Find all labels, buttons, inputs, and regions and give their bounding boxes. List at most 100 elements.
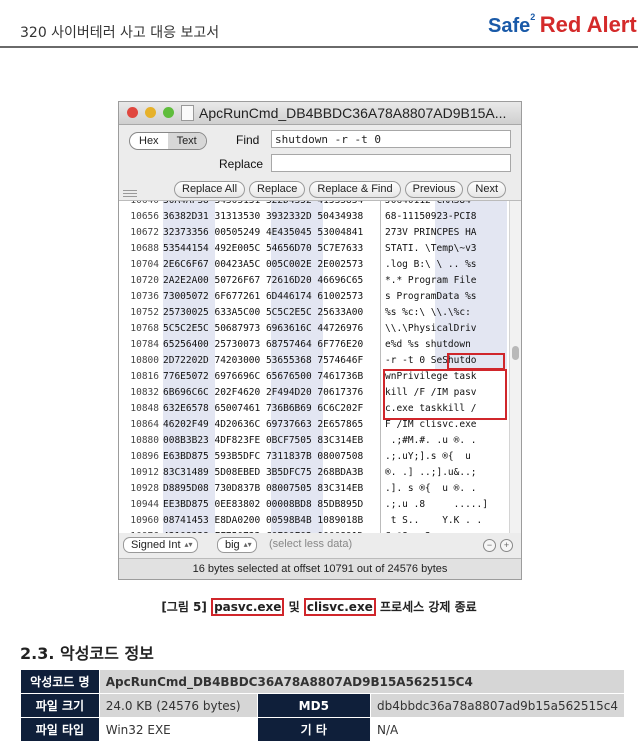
hex-bytes: 2E6C6F67 00423A5C 005C002E 2E002573: [163, 259, 364, 270]
report-title: 320 사이버테러 사고 대응 보고서: [20, 25, 220, 41]
scrollbar-thumb[interactable]: [512, 346, 519, 360]
select-hint: (select less data): [269, 538, 353, 550]
select-arrow-icon: ▴▾: [184, 540, 193, 549]
hex-offset: 10944: [130, 499, 159, 510]
previous-button[interactable]: Previous: [404, 181, 464, 198]
caption-and: 및: [284, 600, 304, 614]
figure-caption: [그림 5] pasvc.exe 및 clisvc.exe 프로세스 강제 종료: [0, 598, 638, 616]
hex-view[interactable]: 10640 30A4AF38 34303131 322D4352 41533834…: [119, 200, 521, 533]
resize-grip-icon[interactable]: [123, 190, 137, 198]
hex-row[interactable]: 10960 08741453 E8DA0200 00598B4B 1089018B…: [119, 513, 521, 529]
hex-bytes: 6B696C6C 202F4620 2F494D20 70617376: [163, 387, 364, 398]
find-input[interactable]: shutdown -r -t 0: [271, 130, 511, 148]
int-type-select[interactable]: Signed Int ▴▾: [123, 537, 198, 553]
hex-ascii: 68-11150923-PCI8: [385, 211, 477, 222]
logo-red-text: Red Alert: [539, 12, 637, 37]
replace-button[interactable]: Replace: [249, 181, 306, 198]
hex-row[interactable]: 10944 EE3BD875 0EE83802 00008BD8 85DB895D…: [119, 497, 521, 513]
etc-value: N/A: [370, 717, 625, 742]
hex-row[interactable]: 10976 43108338 FF750733 C0E90F02 0000891D…: [119, 529, 521, 533]
hex-ascii: .]. s ®{ u ®. .: [385, 483, 477, 494]
text-mode-button[interactable]: Text: [167, 133, 206, 149]
hex-offset: 10832: [130, 387, 159, 398]
hex-bytes: 2D72202D 74203000 53655368 7574646F: [163, 355, 364, 366]
hex-offset: 10688: [130, 243, 159, 254]
find-replace-buttons: Replace All Replace Replace & Find Previ…: [174, 181, 507, 198]
hex-bytes: 73005072 6F677261 6D446174 61002573: [163, 291, 364, 302]
hex-row[interactable]: 10720 2A2E2A00 50726F67 72616D20 46696C65…: [119, 273, 521, 289]
int-type-value: Signed Int: [131, 539, 181, 551]
hex-offset: 10864: [130, 419, 159, 430]
hex-bytes: 53544154 492E005C 54656D70 5C7E7633: [163, 243, 364, 254]
hex-bytes: 632E6578 65007461 736B6B69 6C6C202F: [163, 403, 364, 414]
hex-row[interactable]: 10736 73005072 6F677261 6D446174 61002573…: [119, 289, 521, 305]
logo-sup-text: 2: [530, 12, 536, 22]
endian-select[interactable]: big ▴▾: [217, 537, 257, 553]
status-bar: 16 bytes selected at offset 10791 out of…: [119, 558, 521, 579]
hex-row[interactable]: 10640 30A4AF38 34303131 322D4352 41533834…: [119, 200, 521, 209]
hex-ascii: s ProgramData %s: [385, 291, 477, 302]
md5-label: MD5: [256, 693, 372, 718]
title-bar[interactable]: ApcRunCmd_DB4BBDC36A78A8807AD9B15A...: [119, 102, 521, 125]
hex-bytes: 2A2E2A00 50726F67 72616D20 46696C65: [163, 275, 364, 286]
hex-row[interactable]: 10912 83C31489 5D08EBED 3B5DFC75 268BDA3B…: [119, 465, 521, 481]
hex-offset: 10800: [130, 355, 159, 366]
hex-editor-window: ApcRunCmd_DB4BBDC36A78A8807AD9B15A... He…: [118, 101, 522, 580]
hex-ascii: C ®8.u 3.. .: [385, 529, 477, 533]
caption-prefix: [그림 5]: [161, 600, 212, 614]
hex-row[interactable]: 10752 25730025 633A5C00 5C5C2E5C 25633A00…: [119, 305, 521, 321]
hex-row[interactable]: 10896 E63BD875 593B5DFC 7311837B 08007508…: [119, 449, 521, 465]
hex-row[interactable]: 10704 2E6C6F67 00423A5C 005C002E 2E002573…: [119, 257, 521, 273]
select-arrow-icon: ▴▾: [243, 540, 252, 549]
plus-icon[interactable]: +: [500, 539, 513, 552]
hex-bytes: 36382D31 31313530 3932332D 50434938: [163, 211, 364, 222]
type-label: 파일 타입: [20, 717, 100, 742]
next-button[interactable]: Next: [467, 181, 507, 198]
hex-offset: 10896: [130, 451, 159, 462]
hex-ascii: J0640112-CRAS84: [385, 200, 471, 206]
hex-row[interactable]: 10784 65256400 25730073 68757464 6F776E20…: [119, 337, 521, 353]
hex-row[interactable]: 10672 32373356 00505249 4E435045 53004841…: [119, 225, 521, 241]
hex-bytes: 65256400 25730073 68757464 6F776E20: [163, 339, 364, 350]
hex-bytes: 43108338 FF750733 C0E90F02 0000891D: [163, 529, 363, 533]
replace-and-find-button[interactable]: Replace & Find: [309, 181, 401, 198]
hex-ascii: *.* Program File: [385, 275, 477, 286]
view-mode-toggle[interactable]: Hex Text: [129, 132, 207, 150]
hex-offset: 10912: [130, 467, 159, 478]
hex-offset: 10656: [130, 211, 159, 222]
caption-clisvc: clisvc.exe: [303, 598, 376, 616]
hex-bytes: 30A4AF38 34303131 322D4352 41533834: [163, 200, 364, 206]
hex-bytes: 32373356 00505249 4E435045 53004841: [163, 227, 364, 238]
hex-row[interactable]: 10688 53544154 492E005C 54656D70 5C7E7633…: [119, 241, 521, 257]
hex-bytes: 776E5072 6976696C 65676500 7461736B: [163, 371, 364, 382]
size-value: 24.0 KB (24576 bytes): [98, 693, 258, 718]
hex-offset: 10928: [130, 483, 159, 494]
hex-bytes: E63BD875 593B5DFC 7311837B 08007508: [163, 451, 364, 462]
hex-bytes: EE3BD875 0EE83802 00008BD8 85DB895D: [163, 499, 364, 510]
hex-bytes: D8895D08 730D837B 08007505 83C314EB: [163, 483, 364, 494]
hex-ascii: \\.\PhysicalDriv: [385, 323, 477, 334]
name-value: ApcRunCmd_DB4BBDC36A78A8807AD9B15A562515…: [98, 669, 626, 694]
hex-bytes: 46202F49 4D20636C 69737663 2E657865: [163, 419, 364, 430]
minimize-window-button[interactable]: [145, 107, 156, 118]
zoom-window-button[interactable]: [163, 107, 174, 118]
etc-label: 기 타: [256, 717, 372, 742]
vertical-scrollbar[interactable]: [509, 201, 521, 533]
hex-mode-button[interactable]: Hex: [130, 133, 168, 149]
hex-row[interactable]: 10656 36382D31 31313530 3932332D 50434938…: [119, 209, 521, 225]
highlight-taskkill-commands: [383, 369, 507, 420]
hex-ascii: 273V PRINCPES HA: [385, 227, 477, 238]
hex-row[interactable]: 10768 5C5C2E5C 50687973 6963616C 44726976…: [119, 321, 521, 337]
replace-input[interactable]: [271, 154, 511, 172]
minus-icon[interactable]: −: [483, 539, 496, 552]
hex-offset: 10976: [119, 529, 159, 533]
hex-bytes: 83C31489 5D08EBED 3B5DFC75 268BDA3B: [163, 467, 364, 478]
close-window-button[interactable]: [127, 107, 138, 118]
brand-logo: Safe2 Red Alert: [488, 12, 637, 38]
replace-all-button[interactable]: Replace All: [174, 181, 246, 198]
hex-row[interactable]: 10928 D8895D08 730D837B 08007505 83C314EB…: [119, 481, 521, 497]
md5-value: db4bbdc36a78a8807ad9b15a562515c4: [370, 693, 625, 718]
hex-row[interactable]: 10880 008B3B23 4DF823FE 0BCF7505 83C314EB…: [119, 433, 521, 449]
hex-ascii: %s %c:\ \\.\%c:: [385, 307, 471, 318]
hex-ascii: STATI. \Temp\~v3: [385, 243, 477, 254]
